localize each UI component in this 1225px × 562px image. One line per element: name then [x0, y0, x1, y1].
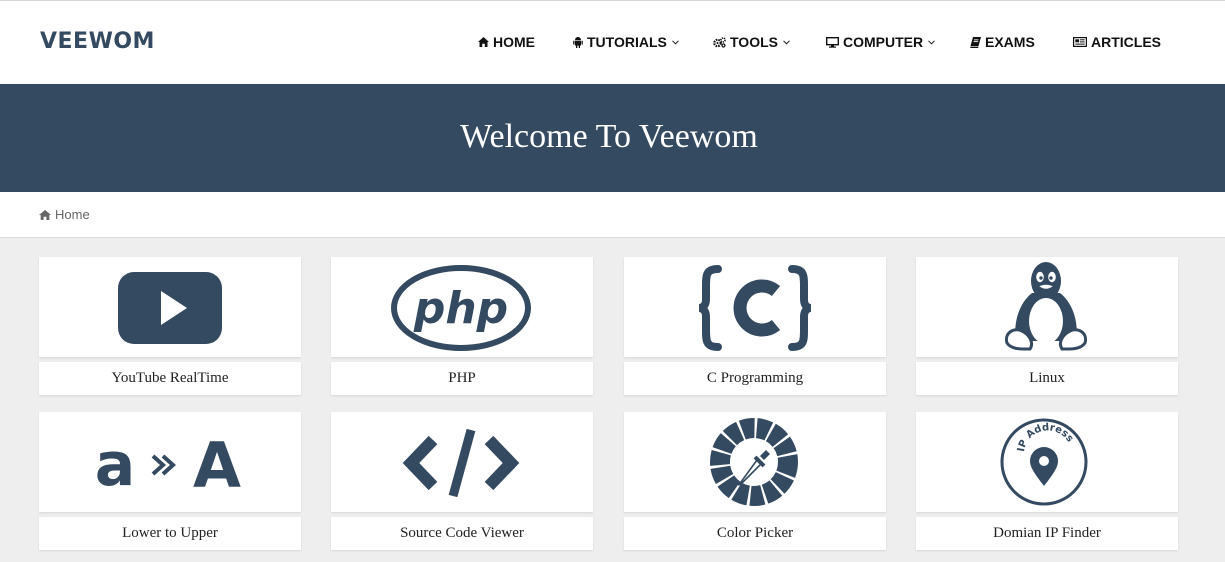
color-picker-icon: [710, 418, 798, 506]
breadcrumb-home-label: Home: [55, 207, 90, 222]
card-label: YouTube RealTime: [39, 362, 301, 395]
top-navbar: VEEWOM HOME TUTORIALS TOOLS COMPUTER EXA…: [0, 0, 1225, 84]
card-label: Source Code Viewer: [331, 517, 593, 550]
card-label: PHP: [331, 362, 593, 395]
hero-banner: Welcome To Veewom: [0, 84, 1225, 192]
book-icon: [970, 36, 981, 48]
card-label: Lower to Upper: [39, 517, 301, 550]
svg-text:php: php: [413, 283, 508, 334]
youtube-play-icon: [118, 272, 222, 344]
nav-tools[interactable]: TOOLS: [713, 33, 790, 51]
newspaper-icon: [1073, 37, 1087, 47]
card-image: [916, 257, 1178, 357]
nav-computer[interactable]: COMPUTER: [826, 33, 935, 51]
desktop-icon: [826, 36, 839, 48]
tux-penguin-icon: [1004, 262, 1088, 351]
breadcrumb-bar: Home: [0, 192, 1225, 238]
card-image: IP Address: [916, 412, 1178, 512]
android-icon: [573, 36, 583, 48]
svg-text:A: A: [193, 429, 241, 502]
card-image: [39, 257, 301, 357]
gears-icon: [713, 36, 726, 48]
breadcrumb[interactable]: Home: [39, 207, 90, 222]
chevron-down-icon: [672, 39, 679, 45]
home-icon: [39, 209, 51, 220]
card-image: [331, 412, 593, 512]
home-icon: [478, 37, 489, 47]
page-title: Welcome To Veewom: [460, 118, 758, 155]
nav-tutorials[interactable]: TUTORIALS: [573, 33, 679, 51]
card-image: a A: [39, 412, 301, 512]
code-brackets-icon: [402, 428, 520, 498]
nav-computer-label: COMPUTER: [843, 34, 924, 50]
card-label: Domian IP Finder: [916, 517, 1178, 550]
card-label: Color Picker: [624, 517, 886, 550]
nav-home-label: HOME: [493, 34, 535, 50]
card-image: php: [331, 257, 593, 357]
nav-home[interactable]: HOME: [478, 33, 535, 51]
c-braces-icon: [698, 265, 812, 351]
lower-to-upper-icon: a A: [95, 429, 241, 502]
nav-tools-label: TOOLS: [730, 34, 778, 50]
chevron-down-icon: [928, 39, 935, 45]
nav-articles[interactable]: ARTICLES: [1073, 33, 1161, 51]
svg-text:a: a: [95, 430, 136, 500]
card-label: Linux: [916, 362, 1178, 395]
chevron-down-icon: [783, 39, 790, 45]
nav-articles-label: ARTICLES: [1091, 34, 1161, 50]
site-logo[interactable]: VEEWOM: [40, 29, 155, 54]
php-logo-icon: php: [391, 265, 531, 351]
nav-exams[interactable]: EXAMS: [970, 33, 1035, 51]
nav-tutorials-label: TUTORIALS: [587, 34, 667, 50]
nav-exams-label: EXAMS: [985, 34, 1035, 50]
card-image: [624, 412, 886, 512]
card-label: C Programming: [624, 362, 886, 395]
card-image: [624, 257, 886, 357]
ip-address-pin-icon: IP Address: [1000, 418, 1088, 506]
